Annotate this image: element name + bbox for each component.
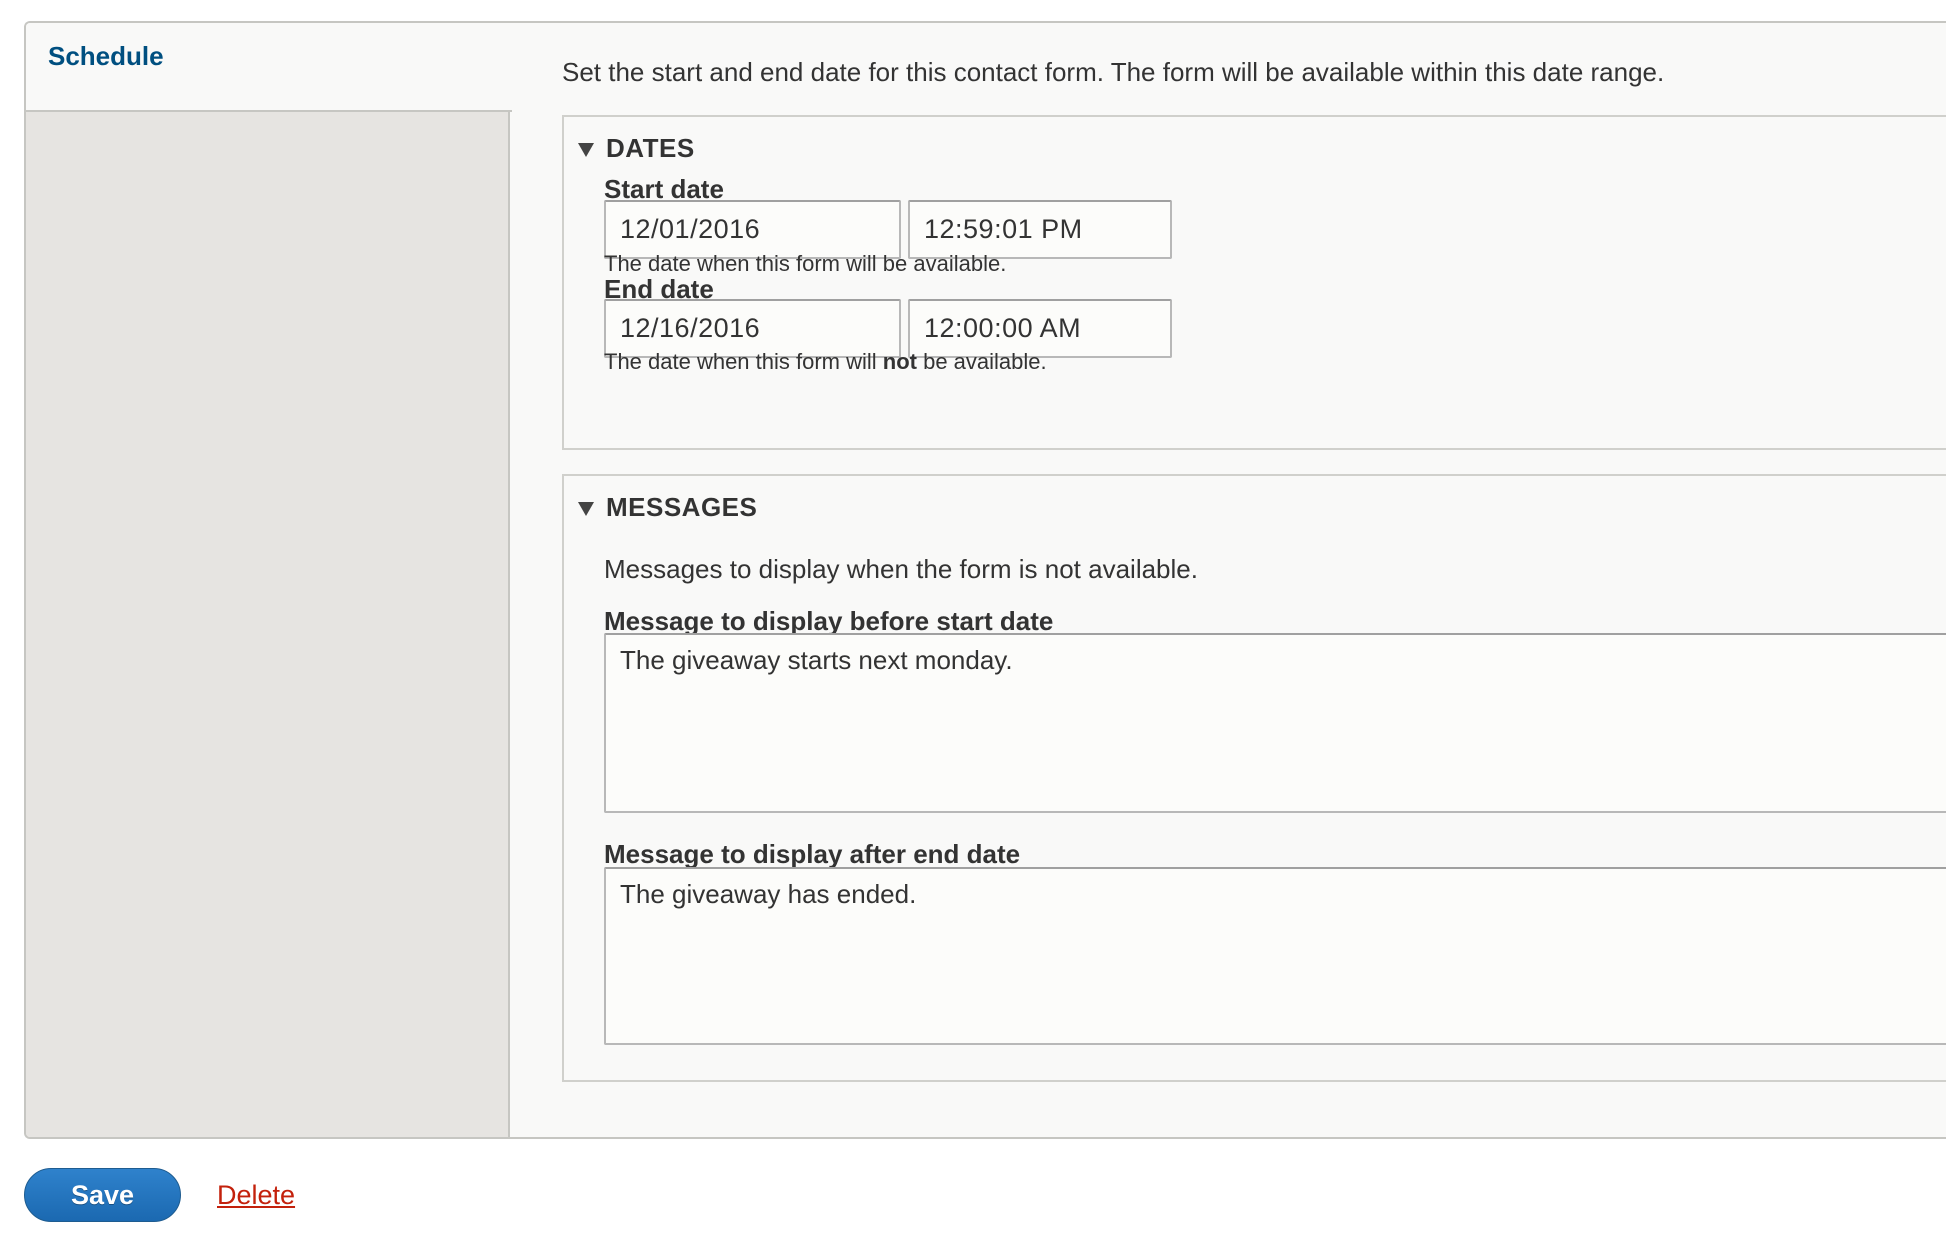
- dates-legend-toggle[interactable]: DATES: [578, 133, 695, 164]
- messages-description: Messages to display when the form is not…: [604, 554, 1198, 584]
- message-after-label: Message to display after end date: [604, 839, 1021, 869]
- triangle-down-icon: [578, 142, 594, 157]
- form-actions: Save Delete: [24, 1168, 295, 1222]
- end-date-description-suffix: be available.: [916, 349, 1047, 374]
- end-date-description: The date when this form will not be avai…: [604, 349, 1047, 375]
- schedule-description: Set the start and end date for this cont…: [562, 57, 1665, 87]
- message-after-textarea[interactable]: The giveaway has ended.: [604, 867, 1946, 1045]
- dates-legend[interactable]: DATES: [606, 133, 695, 164]
- vertical-tabs-menu: Schedule: [26, 23, 512, 1137]
- messages-legend[interactable]: MESSAGES: [606, 492, 757, 523]
- end-date-description-prefix: The date when this form will: [604, 349, 883, 374]
- vertical-tab-schedule-title[interactable]: Schedule: [48, 41, 164, 71]
- schedule-pane: Set the start and end date for this cont…: [510, 23, 1946, 1137]
- dates-fieldset: DATES Start date The date when this form…: [562, 115, 1946, 450]
- message-before-textarea[interactable]: The giveaway starts next monday.: [604, 633, 1946, 813]
- delete-link[interactable]: Delete: [217, 1180, 295, 1211]
- vertical-tab-schedule[interactable]: Schedule: [26, 23, 512, 112]
- end-date-description-emphasis: not: [882, 349, 917, 374]
- messages-fieldset: MESSAGES Messages to display when the fo…: [562, 474, 1946, 1082]
- vertical-tabs-panel: Schedule Set the start and end date for …: [24, 21, 1946, 1139]
- messages-legend-toggle[interactable]: MESSAGES: [578, 492, 757, 523]
- save-button[interactable]: Save: [24, 1168, 181, 1222]
- triangle-down-icon: [578, 501, 594, 516]
